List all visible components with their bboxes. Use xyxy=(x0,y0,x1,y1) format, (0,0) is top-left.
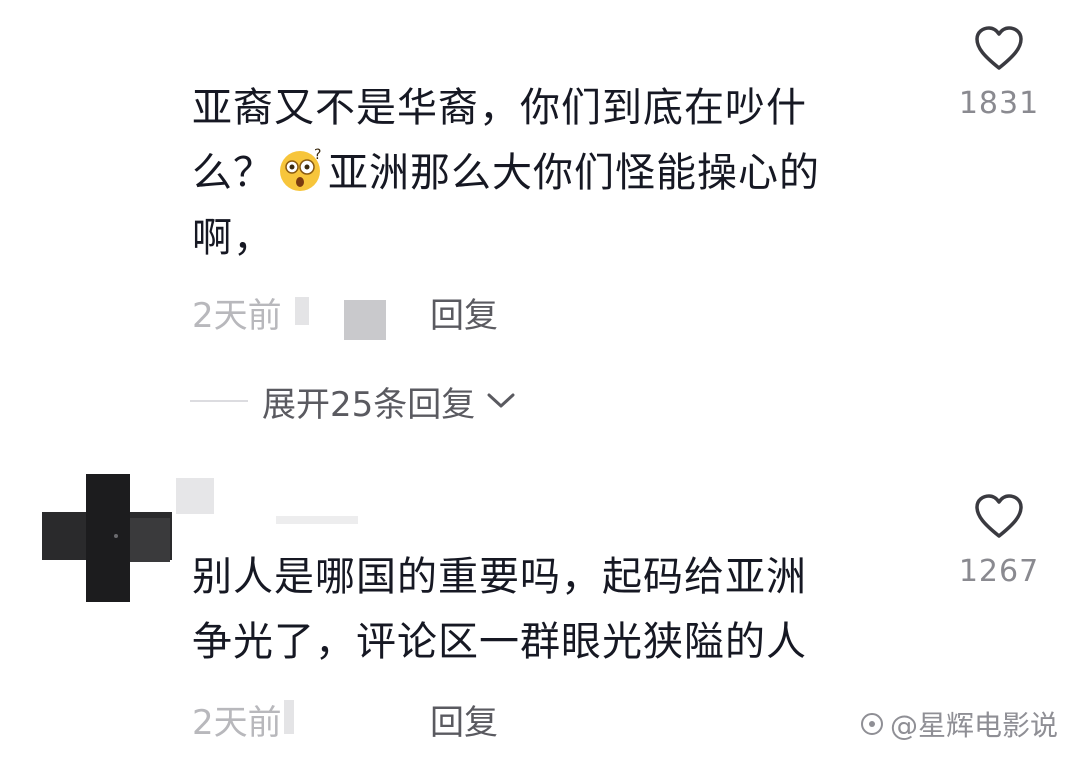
comment-2-like-count: 1267 xyxy=(958,554,1040,589)
avatar-redacted-image xyxy=(42,474,172,602)
comment-1-line-2-post: 亚洲那么大你们怪能操心的 xyxy=(328,150,820,196)
comment-2-text: 别人是哪国的重要吗，起码给亚洲 争光了，评论区一群眼光狭隘的人 xyxy=(192,545,807,675)
redacted-location xyxy=(295,297,309,325)
comment-2-like-button[interactable]: 1267 xyxy=(949,494,1049,589)
comment-1-text: 亚裔又不是华裔，你们到底在吵什 么？ ? 亚洲那么大你们怪能操心的 啊， xyxy=(192,76,820,271)
shocked-face-emoji-icon: ? xyxy=(280,147,322,191)
comment-1-line-2: 么？ ? 亚洲那么大你们怪能操心的 xyxy=(192,141,820,206)
brand-logo-icon xyxy=(860,713,883,735)
heart-outline-icon xyxy=(975,26,1023,70)
comment-1-line-1: 亚裔又不是华裔，你们到底在吵什 xyxy=(192,85,807,131)
comment-1-line-3: 啊， xyxy=(192,215,274,261)
expand-replies-label: 展开25条回复 xyxy=(262,384,476,425)
comment-1-like-count: 1831 xyxy=(958,86,1040,121)
comment-1-reply-button[interactable]: 回复 xyxy=(430,288,498,337)
redacted-username xyxy=(176,478,214,514)
comment-2-reply-button[interactable]: 回复 xyxy=(430,695,498,744)
redacted-location xyxy=(344,300,386,340)
redacted-location xyxy=(284,700,294,734)
comment-1-line-2-pre: 么？ xyxy=(192,150,274,196)
comment-1-like-button[interactable]: 1831 xyxy=(949,26,1049,121)
heart-outline-icon xyxy=(975,494,1023,538)
comment-2-time: 2天前 xyxy=(192,703,282,743)
expand-divider-line xyxy=(190,400,248,402)
watermark-text: @星辉电影说 xyxy=(889,709,1058,742)
comment-2-line-2: 争光了，评论区一群眼光狭隘的人 xyxy=(192,619,807,665)
chevron-down-icon xyxy=(487,393,515,408)
watermark: @星辉电影说 xyxy=(858,704,1058,744)
svg-text:?: ? xyxy=(314,147,322,163)
redacted-username xyxy=(276,516,358,524)
comment-2-line-1: 别人是哪国的重要吗，起码给亚洲 xyxy=(192,554,807,600)
expand-replies-button[interactable]: 展开25条回复 xyxy=(190,378,517,425)
comment-1-time: 2天前 xyxy=(192,296,282,336)
avatar[interactable] xyxy=(42,474,172,602)
